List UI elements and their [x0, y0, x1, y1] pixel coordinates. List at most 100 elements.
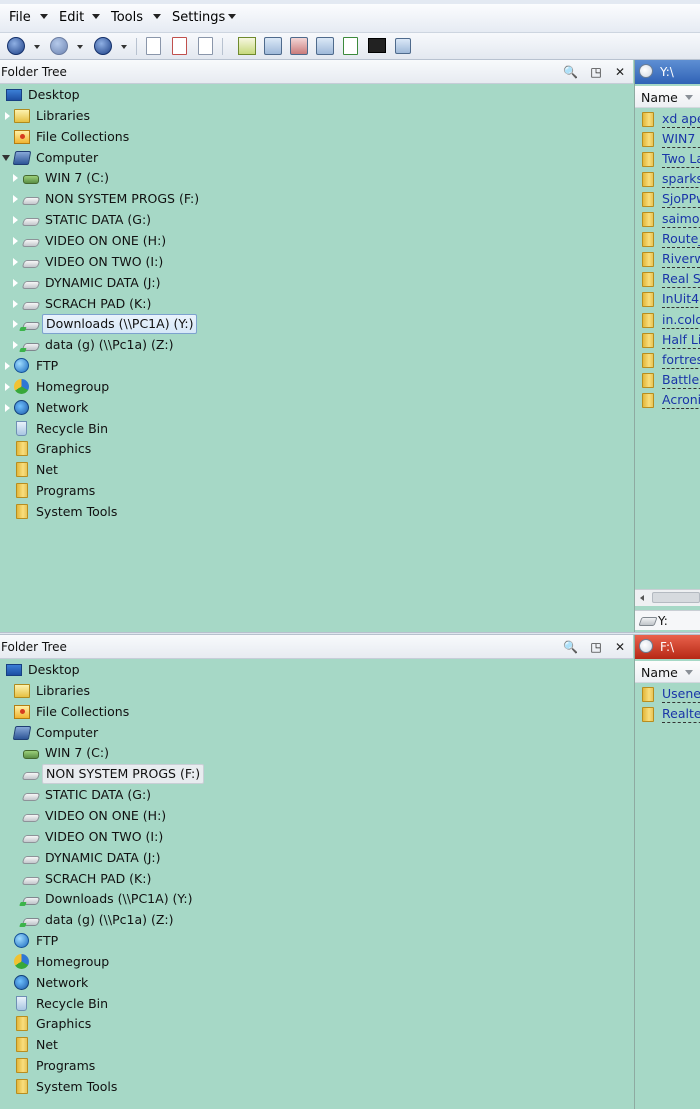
- up-icon[interactable]: [94, 37, 112, 55]
- tree-item[interactable]: STATIC DATA (G:): [0, 785, 633, 805]
- paste-icon[interactable]: [198, 37, 213, 55]
- search-icon[interactable]: 🔍: [563, 65, 578, 79]
- tree-item[interactable]: NON SYSTEM PROGS (F:): [0, 764, 633, 785]
- name-column-header[interactable]: Name: [635, 86, 700, 108]
- tree-item[interactable]: data (g) (\\Pc1a) (Z:): [0, 335, 633, 355]
- tree-item[interactable]: Graphics: [0, 1014, 633, 1034]
- file-list-item[interactable]: fortres: [638, 350, 700, 370]
- file-list-item[interactable]: sparks-: [638, 169, 700, 189]
- menu-settings[interactable]: Settings: [172, 10, 225, 25]
- up-dropdown-icon[interactable]: [121, 45, 127, 49]
- tree-item[interactable]: WIN 7 (C:): [0, 168, 633, 188]
- back-dropdown-icon[interactable]: [34, 45, 40, 49]
- file-list-item[interactable]: Route_: [638, 229, 700, 249]
- file-list-item[interactable]: Acronis: [638, 390, 700, 410]
- move-to-icon[interactable]: [290, 37, 308, 55]
- copy-icon[interactable]: [146, 37, 161, 55]
- expand-arrow-icon[interactable]: [12, 173, 18, 184]
- expand-arrow-icon[interactable]: [4, 381, 10, 392]
- tree-item[interactable]: Net: [0, 460, 633, 480]
- file-list-item[interactable]: InUit4.: [638, 289, 700, 309]
- tree-item[interactable]: DYNAMIC DATA (J:): [0, 848, 633, 868]
- undock-icon[interactable]: ◳: [589, 65, 603, 79]
- properties-icon[interactable]: [316, 37, 334, 55]
- file-list-item[interactable]: Real St: [638, 269, 700, 289]
- tree-item[interactable]: DYNAMIC DATA (J:): [0, 273, 633, 293]
- menu-edit[interactable]: Edit: [59, 10, 84, 25]
- file-list-item[interactable]: saimon: [638, 209, 700, 229]
- expand-arrow-icon[interactable]: [12, 340, 18, 351]
- horizontal-scrollbar[interactable]: [635, 589, 700, 606]
- back-icon[interactable]: [7, 37, 25, 55]
- expand-arrow-icon[interactable]: [12, 319, 18, 330]
- menu-settings-dropdown-icon[interactable]: [228, 14, 236, 19]
- tree-item[interactable]: Homegroup: [0, 377, 633, 397]
- tree-item[interactable]: Network: [0, 973, 633, 993]
- name-column-header[interactable]: Name: [635, 661, 700, 683]
- expand-arrow-icon[interactable]: [12, 235, 18, 246]
- expand-arrow-icon[interactable]: [12, 215, 18, 226]
- menu-tools[interactable]: Tools: [111, 10, 143, 25]
- tree-item[interactable]: VIDEO ON ONE (H:): [0, 231, 633, 251]
- expand-arrow-icon[interactable]: [4, 110, 10, 121]
- tree-item[interactable]: STATIC DATA (G:): [0, 210, 633, 230]
- scroll-thumb[interactable]: [652, 592, 700, 603]
- tree-item[interactable]: Libraries: [0, 106, 633, 126]
- scroll-left-icon[interactable]: [640, 595, 644, 601]
- tree-item[interactable]: Programs: [0, 481, 633, 501]
- tree-item[interactable]: System Tools: [0, 1077, 633, 1097]
- tree-item[interactable]: System Tools: [0, 502, 633, 522]
- close-icon[interactable]: ✕: [613, 640, 627, 654]
- tree-item[interactable]: FTP: [0, 931, 633, 951]
- tree-item[interactable]: data (g) (\\Pc1a) (Z:): [0, 910, 633, 930]
- file-list-item[interactable]: Usenet: [638, 684, 700, 704]
- expand-arrow-icon[interactable]: [4, 402, 10, 413]
- expand-arrow-icon[interactable]: [12, 298, 18, 309]
- sort-arrow-icon[interactable]: [685, 95, 693, 100]
- menu-tools-dropdown-icon[interactable]: [153, 14, 161, 19]
- menu-file[interactable]: File: [9, 10, 31, 25]
- forward-icon[interactable]: [50, 37, 68, 55]
- expand-arrow-icon[interactable]: [12, 277, 18, 288]
- tree-item[interactable]: Downloads (\\PC1A) (Y:): [0, 314, 633, 335]
- expand-arrow-icon[interactable]: [4, 361, 10, 372]
- delete-icon[interactable]: [172, 37, 187, 55]
- tree-item[interactable]: Libraries: [0, 681, 633, 701]
- copy-to-icon[interactable]: [264, 37, 282, 55]
- expand-arrow-icon[interactable]: [12, 194, 18, 205]
- tree-item[interactable]: Network: [0, 398, 633, 418]
- tree-item[interactable]: Downloads (\\PC1A) (Y:): [0, 889, 633, 909]
- command-prompt-icon[interactable]: [368, 38, 386, 53]
- select-icon[interactable]: [343, 37, 358, 55]
- tree-item[interactable]: Graphics: [0, 439, 633, 459]
- refresh-icon[interactable]: [395, 38, 411, 54]
- file-list-item[interactable]: Battle.l: [638, 370, 700, 390]
- tree-item[interactable]: Computer: [0, 723, 633, 743]
- tree-item[interactable]: VIDEO ON TWO (I:): [0, 827, 633, 847]
- tree-item[interactable]: VIDEO ON TWO (I:): [0, 252, 633, 272]
- close-icon[interactable]: ✕: [613, 65, 627, 79]
- collapse-arrow-icon[interactable]: [2, 154, 10, 161]
- tree-item[interactable]: Desktop: [0, 660, 633, 680]
- tree-item[interactable]: Computer: [0, 148, 633, 168]
- file-list-item[interactable]: Realter: [638, 704, 700, 724]
- search-icon[interactable]: 🔍: [563, 640, 578, 654]
- expand-arrow-icon[interactable]: [12, 256, 18, 267]
- sort-arrow-icon[interactable]: [685, 670, 693, 675]
- menu-file-dropdown-icon[interactable]: [40, 14, 48, 19]
- tree-item[interactable]: Recycle Bin: [0, 994, 633, 1014]
- undock-icon[interactable]: ◳: [589, 640, 603, 654]
- tree-item[interactable]: File Collections: [0, 702, 633, 722]
- tree-item[interactable]: NON SYSTEM PROGS (F:): [0, 189, 633, 209]
- file-list-item[interactable]: Riverw: [638, 249, 700, 269]
- tree-item[interactable]: SCRACH PAD (K:): [0, 869, 633, 889]
- file-list-item[interactable]: xd ape: [638, 109, 700, 129]
- tree-item[interactable]: FTP: [0, 356, 633, 376]
- tree-item[interactable]: File Collections: [0, 127, 633, 147]
- tree-item[interactable]: Net: [0, 1035, 633, 1055]
- tree-item[interactable]: VIDEO ON ONE (H:): [0, 806, 633, 826]
- file-list-item[interactable]: SjoPPw: [638, 189, 700, 209]
- file-list-item[interactable]: in.cold: [638, 310, 700, 330]
- file-list-item[interactable]: Half Li: [638, 330, 700, 350]
- file-list-item[interactable]: WIN7 s: [638, 129, 700, 149]
